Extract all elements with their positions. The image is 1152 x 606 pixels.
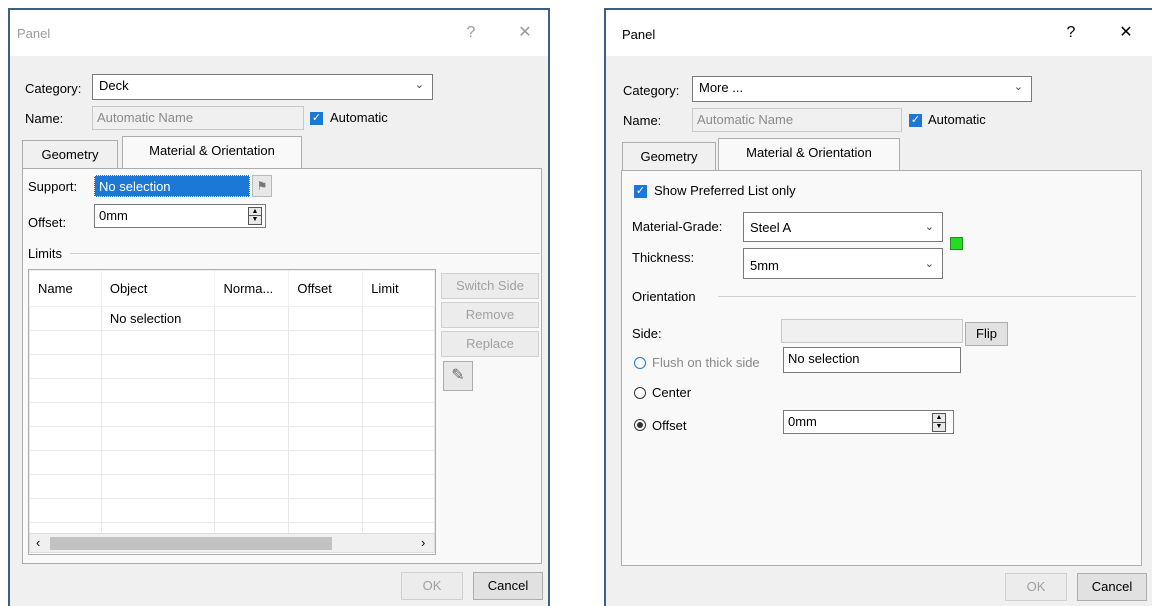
category-dropdown[interactable]: More ... ⌄ (692, 76, 1032, 102)
material-grade-label: Material-Grade: (632, 219, 723, 234)
cancel-button[interactable]: Cancel (1077, 573, 1147, 601)
offset-stepper[interactable]: ▲ ▼ (932, 413, 946, 432)
ok-button[interactable]: OK (1005, 573, 1067, 601)
category-label: Category: (623, 83, 680, 98)
center-radio[interactable] (634, 387, 646, 399)
table-row[interactable] (29, 378, 435, 403)
name-label: Name: (623, 113, 662, 128)
scroll-right-icon[interactable]: › (421, 535, 425, 550)
replace-button[interactable]: Replace (441, 331, 539, 357)
table-row[interactable] (29, 450, 435, 475)
switch-side-button[interactable]: Switch Side (441, 273, 539, 299)
table-header: Name Object Norma... Offset Limit (29, 270, 435, 307)
edit-pencil-icon[interactable]: ✎ (443, 361, 473, 391)
orientation-divider (718, 296, 1136, 297)
limits-label: Limits (28, 246, 62, 261)
support-label: Support: (28, 179, 78, 194)
name-field[interactable]: Automatic Name (92, 106, 304, 130)
horizontal-scrollbar[interactable]: ‹ › (29, 533, 435, 553)
chevron-down-icon: ⌄ (924, 258, 934, 270)
chevron-down-icon: ⌄ (924, 221, 934, 233)
category-dropdown[interactable]: Deck ⌄ (92, 74, 433, 100)
title-bar: Panel ? ✕ (10, 10, 548, 56)
close-icon[interactable]: ✕ (510, 18, 540, 48)
column-header[interactable]: Norma... (214, 270, 290, 307)
automatic-label: Automatic (330, 110, 388, 125)
limits-table: Name Object Norma... Offset Limit No sel… (29, 270, 435, 547)
side-field[interactable] (781, 319, 963, 343)
table-cell (288, 306, 364, 331)
category-label: Category: (25, 81, 82, 96)
name-label: Name: (25, 111, 64, 126)
help-icon[interactable]: ? (456, 18, 486, 48)
name-field[interactable]: Automatic Name (692, 108, 902, 132)
scrollbar-thumb[interactable] (50, 537, 332, 550)
flush-label: Flush on thick side (652, 355, 760, 370)
table-row[interactable] (29, 474, 435, 499)
thickness-value: 5mm (750, 258, 779, 273)
automatic-label: Automatic (928, 112, 986, 127)
show-preferred-checkbox[interactable]: ✓ (634, 185, 647, 198)
dialog-title: Panel (17, 26, 51, 41)
table-row[interactable] (29, 330, 435, 355)
table-cell (29, 306, 102, 331)
automatic-checkbox[interactable]: ✓ (909, 114, 922, 127)
support-field[interactable]: No selection (94, 175, 250, 197)
close-icon[interactable]: ✕ (1111, 18, 1141, 48)
cancel-button[interactable]: Cancel (473, 572, 543, 600)
panel-dialog-left: Panel ? ✕ Category: Deck ⌄ Name: Automat… (8, 8, 550, 606)
chevron-down-icon: ⌄ (1013, 81, 1023, 93)
limits-divider (70, 253, 540, 254)
center-label: Center (652, 385, 692, 400)
tab-geometry[interactable]: Geometry (622, 142, 716, 172)
automatic-checkbox[interactable]: ✓ (310, 112, 323, 125)
category-value: Deck (99, 78, 129, 93)
scroll-left-icon[interactable]: ‹ (36, 535, 40, 550)
material-grade-dropdown[interactable]: Steel A ⌄ (743, 212, 943, 242)
table-row[interactable] (29, 426, 435, 451)
thickness-dropdown[interactable]: 5mm ⌄ (743, 248, 943, 279)
table-cell (214, 306, 290, 331)
offset-label: Offset: (28, 215, 67, 230)
table-row[interactable] (29, 402, 435, 427)
table-row[interactable] (29, 354, 435, 379)
flush-field[interactable]: No selection (783, 347, 961, 373)
status-indicator (950, 237, 963, 250)
offset-label: Offset (652, 418, 687, 433)
tab-material-orientation[interactable]: Material & Orientation (122, 136, 302, 168)
remove-button[interactable]: Remove (441, 302, 539, 328)
chevron-down-icon: ⌄ (414, 79, 424, 91)
material-grade-value: Steel A (750, 220, 792, 235)
column-header[interactable]: Offset (288, 270, 364, 307)
column-header[interactable]: Object (100, 270, 216, 307)
tab-material-orientation[interactable]: Material & Orientation (718, 138, 900, 170)
tab-geometry[interactable]: Geometry (22, 140, 118, 170)
column-header[interactable]: Limit (362, 270, 435, 307)
table-cell (362, 306, 435, 331)
table-row[interactable]: No selection (29, 306, 435, 331)
flush-radio[interactable] (634, 357, 646, 369)
offset-field[interactable]: 0mm (783, 410, 954, 434)
thickness-label: Thickness: (632, 250, 695, 265)
side-label: Side: (632, 326, 662, 341)
material-orientation-tab-panel: ✓ Show Preferred List only Material-Grad… (621, 170, 1142, 566)
show-preferred-label: Show Preferred List only (654, 183, 796, 198)
flip-button[interactable]: Flip (965, 322, 1008, 346)
offset-stepper[interactable]: ▲ ▼ (248, 207, 262, 225)
offset-radio[interactable] (634, 419, 646, 431)
table-row[interactable] (29, 498, 435, 523)
geometry-tab-panel: Support: No selection ⚑ Offset: 0mm ▲ ▼ L… (22, 168, 542, 564)
dialog-title: Panel (622, 27, 656, 42)
panel-dialog-right: Panel ? ✕ Category: More ... ⌄ Name: Aut… (604, 8, 1152, 606)
table-cell: No selection (100, 306, 216, 331)
help-icon[interactable]: ? (1056, 18, 1086, 48)
title-bar: Panel ? ✕ (606, 10, 1152, 56)
orientation-label: Orientation (632, 289, 696, 304)
category-value: More ... (699, 80, 744, 95)
column-header[interactable]: Name (29, 270, 102, 307)
ok-button[interactable]: OK (401, 572, 463, 600)
offset-field[interactable]: 0mm (94, 204, 266, 228)
pick-icon[interactable]: ⚑ (252, 175, 272, 197)
